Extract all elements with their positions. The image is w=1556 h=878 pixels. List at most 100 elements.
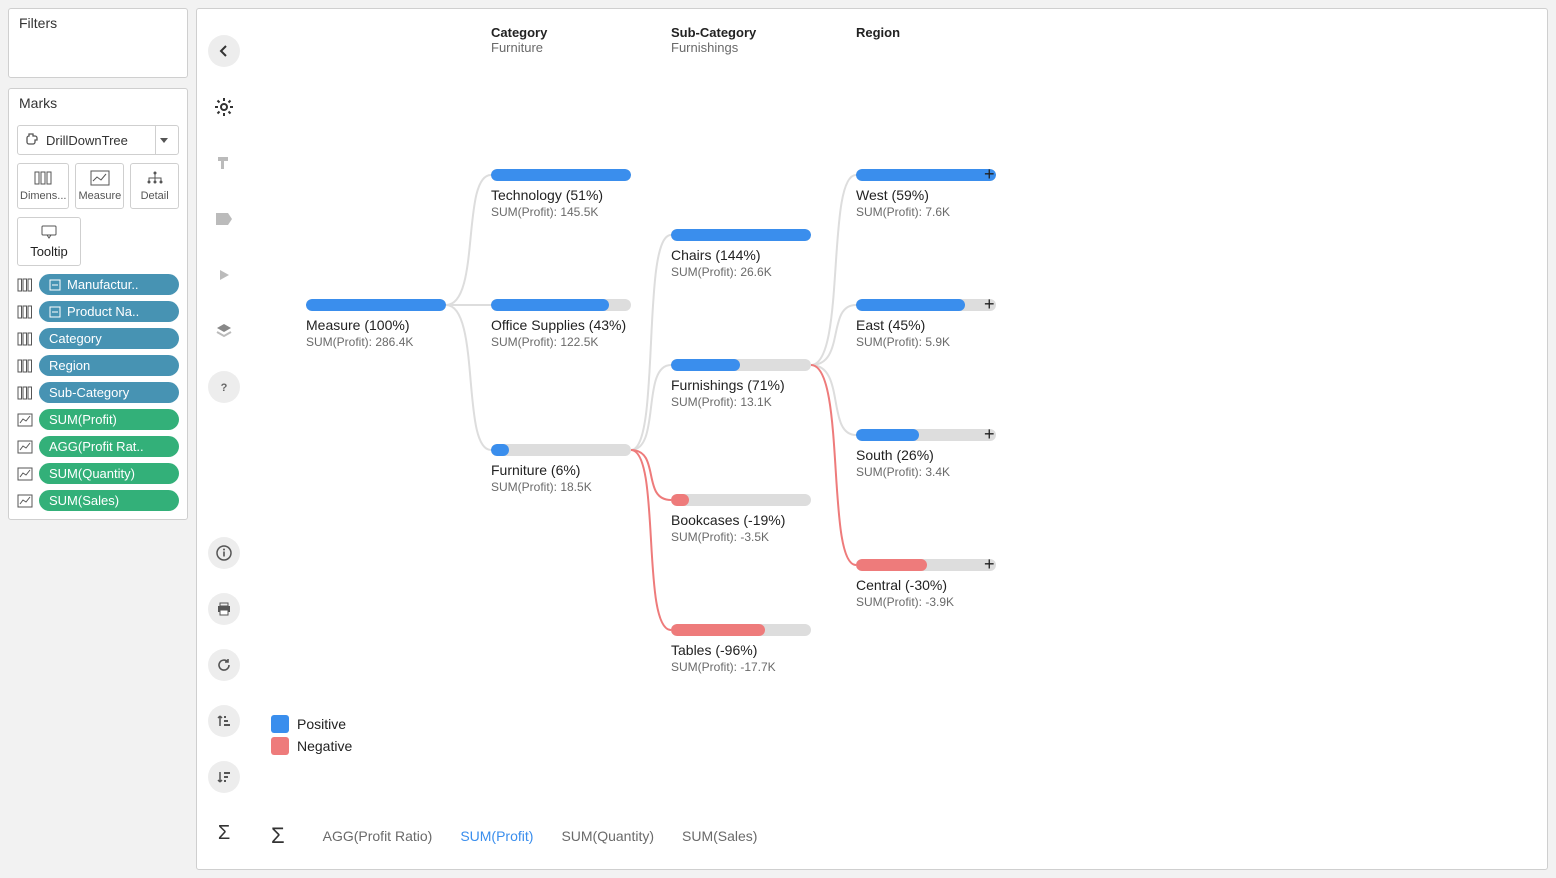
print-button[interactable]	[208, 593, 240, 625]
svg-text:?: ?	[221, 382, 228, 394]
node-chairs[interactable]: Chairs (144%) SUM(Profit): 26.6K	[671, 229, 811, 279]
filters-panel: Filters	[8, 8, 188, 78]
node-east[interactable]: + East (45%) SUM(Profit): 5.9K	[856, 299, 996, 349]
field-item[interactable]: SUM(Profit)	[17, 409, 179, 430]
columns-icon	[17, 386, 33, 400]
shelf-dimensions[interactable]: Dimens...	[17, 163, 69, 209]
node-bookcases[interactable]: Bookcases (-19%) SUM(Profit): -3.5K	[671, 494, 811, 544]
field-label: AGG(Profit Rat..	[49, 439, 144, 454]
footer-item[interactable]: SUM(Sales)	[682, 828, 757, 844]
line-chart-icon	[17, 494, 33, 508]
field-label: Product Na..	[67, 304, 139, 319]
field-label: Manufactur..	[67, 277, 139, 292]
field-pill[interactable]: SUM(Profit)	[39, 409, 179, 430]
play-button[interactable]	[208, 259, 240, 291]
header-subcategory: Sub-CategoryFurnishings	[671, 25, 756, 55]
columns-icon	[17, 278, 33, 292]
field-pill[interactable]: SUM(Sales)	[39, 490, 179, 511]
sidebar: Filters Marks DrillDownTree	[0, 0, 196, 878]
node-central[interactable]: + Central (-30%) SUM(Profit): -3.9K	[856, 559, 996, 609]
chevron-down-icon	[155, 126, 172, 154]
expand-icon[interactable]: +	[984, 165, 995, 183]
field-item[interactable]: SUM(Sales)	[17, 490, 179, 511]
shelf-detail[interactable]: Detail	[130, 163, 179, 209]
node-south[interactable]: + South (26%) SUM(Profit): 3.4K	[856, 429, 996, 479]
field-pill[interactable]: AGG(Profit Rat..	[39, 436, 179, 457]
label-button[interactable]	[208, 203, 240, 235]
hierarchy-icon	[145, 170, 165, 186]
node-furnishings[interactable]: Furnishings (71%) SUM(Profit): 13.1K	[671, 359, 811, 409]
tree-links	[251, 9, 1548, 809]
field-pill[interactable]: SUM(Quantity)	[39, 463, 179, 484]
field-item[interactable]: Category	[17, 328, 179, 349]
field-label: SUM(Profit)	[49, 412, 117, 427]
legend: Positive Negative	[271, 715, 352, 759]
field-item[interactable]: Manufactur..	[17, 274, 179, 295]
node-office-supplies[interactable]: Office Supplies (43%) SUM(Profit): 122.5…	[491, 299, 631, 349]
help-button[interactable]: ?	[208, 371, 240, 403]
viz-canvas[interactable]: CategoryFurniture Sub-CategoryFurnishing…	[251, 9, 1547, 869]
shelf-tooltip[interactable]: Tooltip	[17, 217, 81, 266]
app-root: Filters Marks DrillDownTree	[0, 0, 1556, 878]
expand-icon[interactable]: +	[984, 295, 995, 313]
header-category: CategoryFurniture	[491, 25, 547, 55]
minus-box-icon	[49, 306, 61, 318]
line-chart-icon	[17, 440, 33, 454]
layers-button[interactable]	[208, 315, 240, 347]
field-pill[interactable]: Product Na..	[39, 301, 179, 322]
field-pill[interactable]: Category	[39, 328, 179, 349]
line-chart-icon	[17, 413, 33, 427]
field-pill[interactable]: Region	[39, 355, 179, 376]
measure-footer: Σ AGG(Profit Ratio) SUM(Profit) SUM(Quan…	[271, 823, 757, 849]
sort-asc-button[interactable]	[208, 705, 240, 737]
legend-swatch-positive	[271, 715, 289, 733]
sigma-button[interactable]: Σ	[208, 817, 240, 849]
node-west[interactable]: + West (59%) SUM(Profit): 7.6K	[856, 169, 996, 219]
legend-swatch-negative	[271, 737, 289, 755]
tooltip-icon	[39, 224, 59, 240]
refresh-button[interactable]	[208, 649, 240, 681]
legend-label-positive: Positive	[297, 716, 346, 732]
field-label: SUM(Sales)	[49, 493, 119, 508]
mark-type-label: DrillDownTree	[46, 133, 128, 148]
extension-icon	[24, 131, 40, 150]
columns-icon	[33, 170, 53, 186]
marks-title: Marks	[9, 89, 187, 117]
tool-column: ? Σ	[197, 9, 251, 869]
field-label: Category	[49, 331, 102, 346]
sigma-icon: Σ	[271, 823, 285, 849]
expand-icon[interactable]: +	[984, 425, 995, 443]
shelf-measure[interactable]: Measure	[75, 163, 124, 209]
footer-item-active[interactable]: SUM(Profit)	[460, 828, 533, 844]
sort-desc-button[interactable]	[208, 761, 240, 793]
settings-button[interactable]	[208, 91, 240, 123]
collapse-button[interactable]	[208, 35, 240, 67]
field-item[interactable]: Region	[17, 355, 179, 376]
node-root[interactable]: Measure (100%) SUM(Profit): 286.4K	[306, 299, 446, 349]
info-button[interactable]	[208, 537, 240, 569]
expand-icon[interactable]: +	[984, 555, 995, 573]
header-region: Region	[856, 25, 900, 40]
field-pill[interactable]: Manufactur..	[39, 274, 179, 295]
field-label: Region	[49, 358, 90, 373]
node-tables[interactable]: Tables (-96%) SUM(Profit): -17.7K	[671, 624, 811, 674]
field-item[interactable]: Product Na..	[17, 301, 179, 322]
field-pill[interactable]: Sub-Category	[39, 382, 179, 403]
field-item[interactable]: Sub-Category	[17, 382, 179, 403]
field-label: Sub-Category	[49, 385, 129, 400]
node-furniture[interactable]: Furniture (6%) SUM(Profit): 18.5K	[491, 444, 631, 494]
filters-body[interactable]	[9, 37, 187, 77]
filters-title: Filters	[9, 9, 187, 37]
node-technology[interactable]: Technology (51%) SUM(Profit): 145.5K	[491, 169, 631, 219]
footer-item[interactable]: SUM(Quantity)	[561, 828, 654, 844]
format-button[interactable]	[208, 147, 240, 179]
mark-type-dropdown[interactable]: DrillDownTree	[17, 125, 179, 155]
field-item[interactable]: SUM(Quantity)	[17, 463, 179, 484]
fields-list: Manufactur.. Product Na.. Category Region Su…	[17, 274, 179, 511]
field-label: SUM(Quantity)	[49, 466, 135, 481]
shelf-row-1: Dimens... Measure Detail	[17, 163, 179, 209]
main-panel: ? Σ CategoryFurniture Sub-CategoryFurnis…	[196, 8, 1548, 870]
field-item[interactable]: AGG(Profit Rat..	[17, 436, 179, 457]
footer-item[interactable]: AGG(Profit Ratio)	[323, 828, 433, 844]
line-chart-icon	[17, 467, 33, 481]
